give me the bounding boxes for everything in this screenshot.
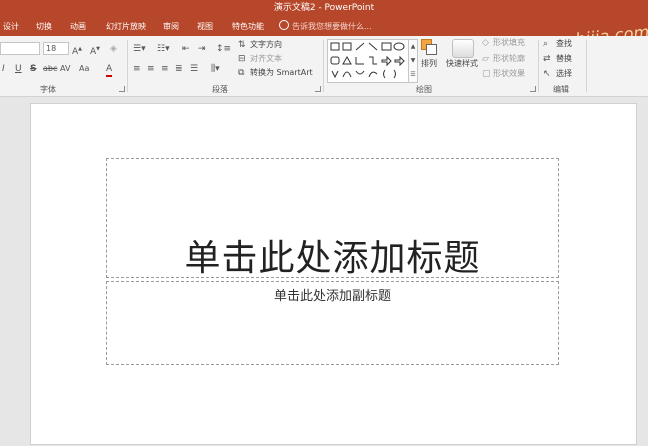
group-separator [538, 40, 539, 92]
increase-font-icon[interactable]: A▲ [72, 43, 82, 58]
text-direction-icon: ⇅ [238, 40, 246, 50]
drawing-group-label: 绘图 [416, 85, 432, 94]
strikethrough-button[interactable]: abc [43, 63, 57, 75]
shape-fill-button[interactable]: 形状填充 [493, 37, 525, 49]
tab-review[interactable]: 审阅 [163, 20, 179, 33]
distributed-icon[interactable]: ☰ [190, 63, 198, 75]
font-size-box[interactable]: 18 [43, 42, 69, 55]
title-placeholder[interactable]: 单击此处添加标题 [106, 158, 559, 279]
decrease-font-icon[interactable]: A▼ [90, 43, 100, 58]
shapes-gallery[interactable] [327, 39, 409, 83]
shape-effects-icon: ▢ [482, 69, 491, 79]
editing-group-label: 编辑 [553, 85, 569, 94]
ribbon: 18 A▲ A▼ ◈ I U S abc AV Aa A 字体 ☰▾ ☷▾ ⇤ … [0, 36, 648, 97]
char-spacing-button[interactable]: AV [60, 63, 70, 75]
shape-effects-button[interactable]: 形状效果 [493, 68, 525, 80]
shapes-gallery-scroll[interactable]: ▲ ▼ ☰ [408, 39, 418, 83]
tab-design[interactable]: 设计 [3, 20, 19, 33]
change-case-button[interactable]: Aa [79, 63, 89, 75]
paragraph-dialog-launcher[interactable] [315, 86, 321, 92]
underline-button[interactable]: U [15, 63, 22, 75]
columns-icon[interactable]: ⫼▾ [211, 63, 220, 75]
font-name-box[interactable] [0, 42, 40, 55]
replace-icon: ⇄ [543, 54, 551, 64]
bullets-icon[interactable]: ☰▾ [133, 43, 146, 55]
decrease-indent-icon[interactable]: ⇤ [182, 43, 190, 55]
text-direction-button[interactable]: 文字方向 [250, 39, 282, 51]
arrange-button[interactable]: 排列 [421, 58, 437, 70]
line-spacing-icon[interactable]: ↕≡ [216, 43, 231, 55]
shape-outline-button[interactable]: 形状轮廓 [493, 53, 525, 65]
tab-transitions[interactable]: 切换 [36, 20, 52, 33]
select-button[interactable]: 选择 [556, 68, 572, 80]
title-bar: 演示文稿2 - PowerPoint [0, 0, 648, 17]
shape-fill-icon: ◇ [482, 38, 489, 48]
lightbulb-icon [279, 20, 289, 30]
align-center-icon[interactable]: ≡ [147, 63, 155, 75]
align-text-icon: ⊟ [238, 54, 246, 64]
smartart-icon: ⧉ [238, 68, 245, 78]
shapes-gallery-icons [330, 42, 405, 79]
subtitle-placeholder[interactable]: 单击此处添加副标题 [106, 281, 559, 365]
replace-button[interactable]: 替换 [556, 53, 572, 65]
clear-format-icon[interactable]: ◈ [110, 43, 117, 55]
title-placeholder-text: 单击此处添加标题 [184, 238, 481, 279]
tell-me-box[interactable]: 告诉我您想要做什么... [279, 20, 372, 33]
font-size-value: 18 [46, 44, 57, 53]
tab-slideshow[interactable]: 幻灯片放映 [106, 20, 146, 33]
quick-styles-icon [452, 39, 474, 58]
group-separator [323, 40, 324, 92]
tab-special-features[interactable]: 特色功能 [232, 20, 264, 33]
paragraph-group-label: 段落 [212, 85, 228, 94]
shadow-button[interactable]: S [30, 63, 36, 75]
quick-styles-button[interactable]: 快速样式 [446, 58, 478, 70]
tell-me-text: 告诉我您想要做什么... [292, 22, 372, 31]
find-icon: ⌕ [543, 39, 549, 49]
align-right-icon[interactable]: ≡ [161, 63, 169, 75]
align-left-icon[interactable]: ≡ [133, 63, 141, 75]
tab-view[interactable]: 视图 [197, 20, 213, 33]
subtitle-placeholder-text: 单击此处添加副标题 [273, 289, 391, 304]
justify-icon[interactable]: ≣ [175, 63, 183, 75]
window-title: 演示文稿2 - PowerPoint [273, 3, 375, 13]
arrange-icon [421, 39, 437, 55]
tab-animations[interactable]: 动画 [70, 20, 86, 33]
group-separator [586, 40, 587, 92]
font-group-label: 字体 [40, 85, 56, 94]
increase-indent-icon[interactable]: ⇥ [198, 43, 206, 55]
select-icon: ↖ [543, 69, 551, 79]
font-color-button[interactable]: A [106, 63, 113, 77]
font-dialog-launcher[interactable] [119, 86, 125, 92]
find-button[interactable]: 查找 [556, 38, 572, 50]
group-separator [127, 40, 128, 92]
convert-smartart-button[interactable]: 转换为 SmartArt [250, 67, 313, 79]
italic-button[interactable]: I [2, 63, 5, 75]
numbering-icon[interactable]: ☷▾ [157, 43, 170, 55]
drawing-dialog-launcher[interactable] [530, 86, 536, 92]
align-text-button[interactable]: 对齐文本 [250, 53, 282, 65]
shape-outline-icon: ▱ [482, 54, 489, 64]
